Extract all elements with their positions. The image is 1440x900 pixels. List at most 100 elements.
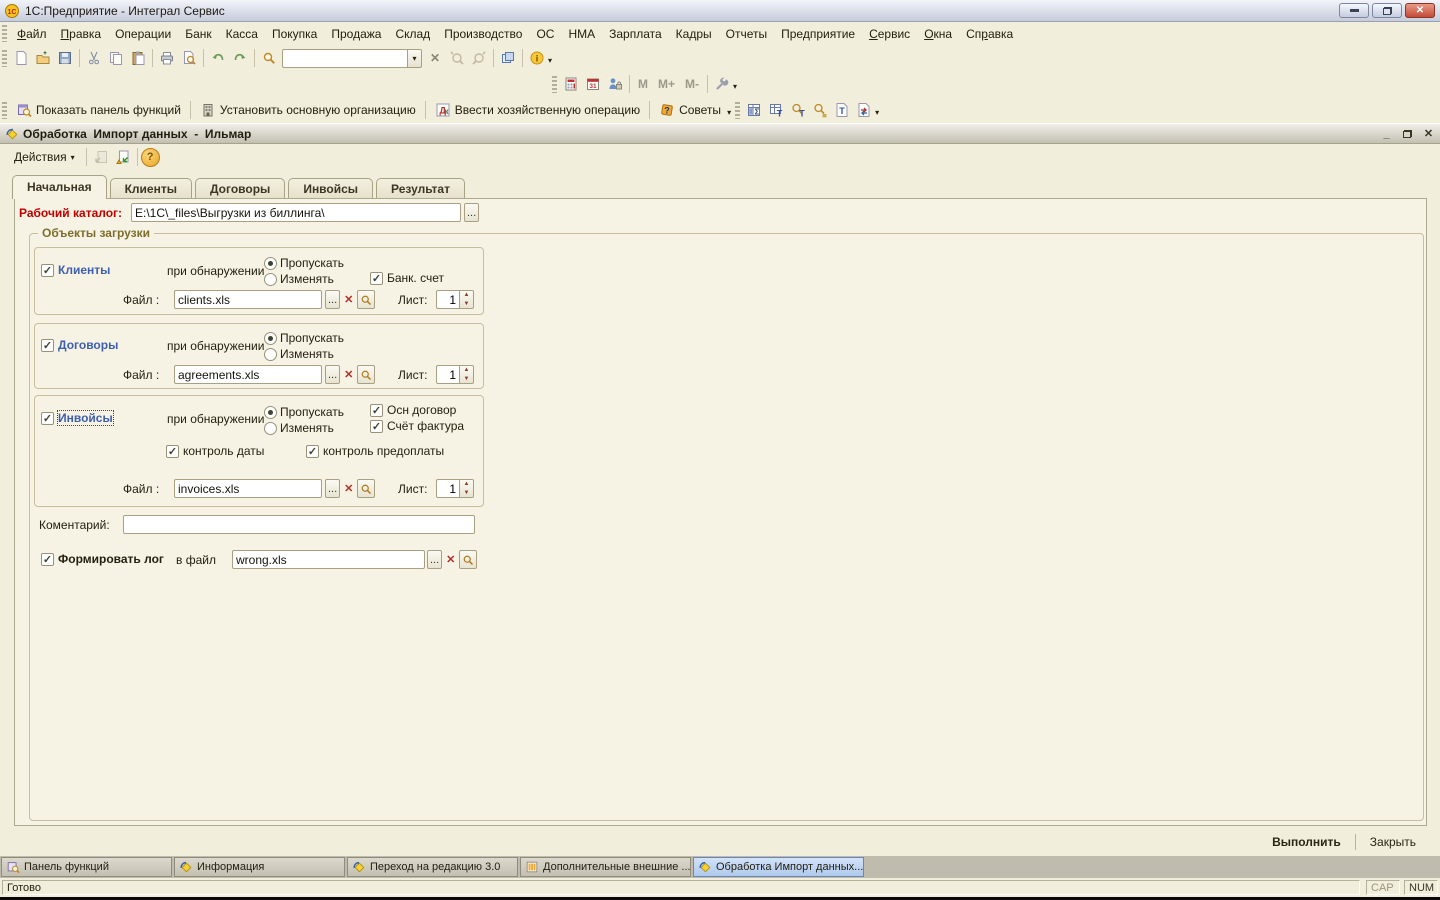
menu-nma[interactable]: НМА [561, 24, 602, 44]
search-dropdown-button[interactable]: ▾ [407, 49, 422, 68]
main-contract-label[interactable]: Осн договор [387, 403, 456, 417]
cut-button[interactable] [83, 47, 105, 69]
menu-file[interactable]: Файл [10, 24, 54, 44]
open-button[interactable] [32, 47, 54, 69]
clients-skip-label[interactable]: Пропускать [280, 256, 344, 270]
agreements-skip-radio[interactable] [264, 332, 277, 345]
restore-button[interactable] [1372, 3, 1402, 18]
taskbar-information[interactable]: Информация [174, 857, 345, 877]
invoices-change-radio[interactable] [264, 422, 277, 435]
log-file-clear-button[interactable]: ✕ [444, 550, 457, 569]
tab-initial[interactable]: Начальная [12, 175, 107, 199]
clients-skip-radio[interactable] [264, 257, 277, 270]
spin-down-icon[interactable]: ▼ [460, 489, 473, 498]
invoices-checkbox-label[interactable]: Инвойсы [58, 411, 113, 425]
toolbar2-grip[interactable] [552, 76, 557, 93]
windows-list-button[interactable] [497, 47, 519, 69]
bank-account-checkbox[interactable]: ✓ [370, 272, 383, 285]
totals-table-button[interactable]: Σ [743, 99, 765, 121]
calculator-button[interactable] [560, 73, 582, 95]
menu-purchase[interactable]: Покупка [265, 24, 324, 44]
paste-button[interactable] [127, 47, 149, 69]
menu-salary[interactable]: Зарплата [602, 24, 669, 44]
menu-production[interactable]: Производство [437, 24, 529, 44]
taskbar-import-data[interactable]: Обработка Импорт данных... [693, 857, 864, 877]
log-file-input[interactable] [232, 550, 425, 569]
memory-subtract-button[interactable]: M- [680, 77, 704, 91]
menu-help[interactable]: Справка [959, 24, 1020, 44]
copy-button[interactable] [105, 47, 127, 69]
tab-invoices[interactable]: Инвойсы [288, 178, 373, 198]
clients-checkbox-label[interactable]: Клиенты [58, 263, 110, 277]
menu-sale[interactable]: Продажа [324, 24, 388, 44]
menu-hr[interactable]: Кадры [669, 24, 719, 44]
run-button[interactable]: Выполнить [1262, 832, 1351, 852]
menu-reports[interactable]: Отчеты [719, 24, 774, 44]
print-preview-button[interactable] [178, 47, 200, 69]
invoices-file-input[interactable] [174, 479, 322, 498]
clients-sheet-input[interactable] [436, 290, 460, 309]
save-settings-button[interactable] [112, 146, 134, 168]
toolbar-overflow-button[interactable]: ▾ [875, 103, 879, 123]
print-button[interactable] [156, 47, 178, 69]
table-settings-button[interactable]: T [765, 99, 787, 121]
menu-operations[interactable]: Операции [108, 24, 178, 44]
taskbar-transition-30[interactable]: Переход на редакцию 3.0 [347, 857, 518, 877]
invoice-facture-checkbox[interactable]: ✓ [370, 420, 383, 433]
invoices-sheet-spinner[interactable]: ▲▼ [460, 479, 474, 498]
find-button[interactable] [258, 47, 280, 69]
invoice-facture-label[interactable]: Счёт фактура [387, 419, 464, 433]
find-previous-button[interactable] [468, 47, 490, 69]
find-in-table-button[interactable]: T [787, 99, 809, 121]
tips-dropdown-button[interactable]: ▾ [727, 103, 731, 123]
menu-bank[interactable]: Банк [178, 24, 218, 44]
invoices-sheet-input[interactable] [436, 479, 460, 498]
toolbar3b-grip[interactable] [735, 102, 740, 119]
tab-result[interactable]: Результат [376, 178, 465, 198]
document-text-button[interactable]: T [831, 99, 853, 121]
actions-menu-button[interactable]: Действия ▾ [6, 147, 83, 167]
find-next-button[interactable] [446, 47, 468, 69]
load-settings-button[interactable] [90, 146, 112, 168]
spin-up-icon[interactable]: ▲ [460, 291, 473, 300]
save-button[interactable] [54, 47, 76, 69]
main-contract-checkbox[interactable]: ✓ [370, 404, 383, 417]
service-info-button[interactable]: i [526, 47, 548, 69]
minimize-button[interactable] [1339, 3, 1369, 18]
help-button[interactable]: ? [141, 148, 160, 167]
spin-up-icon[interactable]: ▲ [460, 366, 473, 375]
bank-account-label[interactable]: Банк. счет [387, 271, 444, 285]
prepay-control-checkbox[interactable]: ✓ [306, 445, 319, 458]
invoices-file-browse-button[interactable]: ... [325, 479, 340, 498]
clients-file-clear-button[interactable]: ✕ [342, 290, 355, 309]
clients-file-open-button[interactable] [357, 290, 375, 309]
redo-button[interactable] [229, 47, 251, 69]
clients-file-input[interactable] [174, 290, 322, 309]
agreements-file-open-button[interactable] [357, 365, 375, 384]
new-document-button[interactable] [10, 47, 32, 69]
menu-enterprise[interactable]: Предприятие [774, 24, 862, 44]
taskbar-function-panel[interactable]: Панель функций [1, 857, 172, 877]
user-permissions-button[interactable] [604, 73, 626, 95]
invoices-change-label[interactable]: Изменять [280, 421, 334, 435]
log-file-open-button[interactable] [459, 550, 477, 569]
memory-add-button[interactable]: M+ [653, 77, 680, 91]
memory-recall-button[interactable]: M [633, 77, 653, 91]
clients-checkbox[interactable]: ✓ [41, 264, 54, 277]
calendar-button[interactable]: 31 [582, 73, 604, 95]
show-function-panel-button[interactable]: Показать панель функций [10, 100, 187, 120]
working-dir-browse-button[interactable]: ... [464, 203, 479, 222]
log-checkbox-label[interactable]: Формировать лог [58, 552, 164, 566]
date-control-checkbox[interactable]: ✓ [166, 445, 179, 458]
toolbar1-grip[interactable] [2, 50, 7, 67]
working-dir-input[interactable] [131, 203, 461, 222]
agreements-change-radio[interactable] [264, 348, 277, 361]
agreements-checkbox[interactable]: ✓ [41, 339, 54, 352]
document-exchange-button[interactable] [853, 99, 875, 121]
child-minimize-button[interactable]: _ [1377, 126, 1396, 142]
agreements-change-label[interactable]: Изменять [280, 347, 334, 361]
tab-clients[interactable]: Клиенты [110, 178, 192, 198]
invoices-skip-radio[interactable] [264, 406, 277, 419]
toolbar3-grip[interactable] [2, 102, 7, 119]
agreements-skip-label[interactable]: Пропускать [280, 331, 344, 345]
